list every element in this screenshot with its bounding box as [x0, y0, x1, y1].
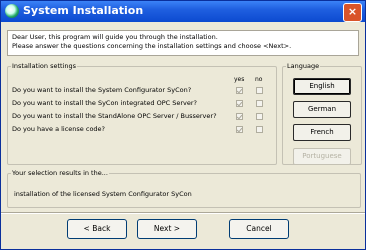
integrated-opc-no-checkbox[interactable] — [256, 100, 263, 107]
sycon-no-checkbox[interactable] — [256, 87, 263, 94]
question-license-code: Do you have a license code? — [12, 125, 106, 133]
no-column-header: no — [255, 76, 263, 83]
button-separator — [1, 212, 365, 214]
selection-result-text: installation of the licensed System Conf… — [14, 190, 192, 198]
license-yes-checkbox[interactable] — [236, 126, 243, 133]
french-button[interactable]: French — [293, 124, 351, 141]
standalone-opc-no-checkbox[interactable] — [256, 113, 263, 120]
installer-window: System Installation × Dear User, this pr… — [0, 0, 366, 250]
question-sycon: Do you want to install the System Config… — [12, 86, 192, 94]
german-button[interactable]: German — [293, 101, 351, 118]
installation-settings-legend: Installation settings — [12, 62, 76, 70]
sycon-yes-checkbox[interactable] — [236, 87, 243, 94]
back-button[interactable]: < Back — [67, 219, 127, 239]
intro-text-box: Dear User, this program will guide you t… — [7, 30, 359, 56]
next-button[interactable]: Next > — [137, 219, 197, 239]
cancel-button[interactable]: Cancel — [229, 219, 289, 239]
intro-line-1: Dear User, this program will guide you t… — [12, 33, 218, 41]
intro-line-2: Please answer the questions concerning t… — [12, 42, 292, 50]
title-bar[interactable]: System Installation × — [1, 1, 365, 22]
question-integrated-opc: Do you want to install the SyCon integra… — [12, 99, 198, 107]
selection-result-legend: Your selection results in the... — [12, 169, 108, 177]
question-standalone-opc: Do you want to install the StandAlone OP… — [12, 112, 217, 120]
app-icon — [5, 4, 19, 18]
language-group: Language English German French Portugues… — [282, 62, 362, 165]
integrated-opc-yes-checkbox[interactable] — [236, 100, 243, 107]
close-button[interactable]: × — [343, 3, 362, 22]
english-button[interactable]: English — [293, 78, 351, 95]
window-title: System Installation — [23, 4, 144, 17]
portuguese-button[interactable]: Portuguese — [293, 148, 351, 165]
selection-result-group: Your selection results in the... install… — [7, 169, 361, 208]
license-no-checkbox[interactable] — [256, 126, 263, 133]
language-legend: Language — [287, 62, 320, 70]
installation-settings-group: Installation settings yes no Do you want… — [7, 62, 277, 165]
standalone-opc-yes-checkbox[interactable] — [236, 113, 243, 120]
yes-column-header: yes — [234, 76, 245, 83]
